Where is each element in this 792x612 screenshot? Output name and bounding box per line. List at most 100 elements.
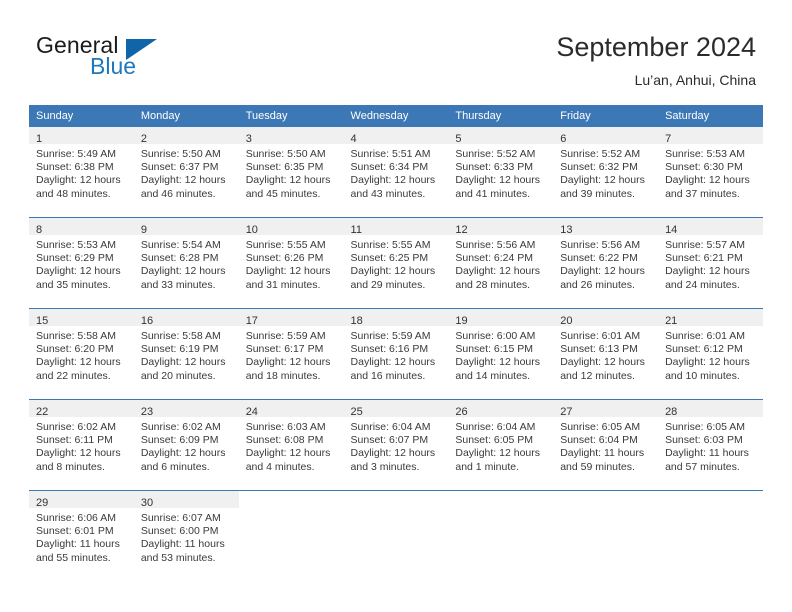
- weekday-header-tuesday: Tuesday: [238, 105, 344, 127]
- calendar-day-cell[interactable]: 14 Sunrise: 5:57 AM Sunset: 6:21 PM Dayligh…: [658, 217, 763, 309]
- day-number: 24: [245, 406, 258, 418]
- sunrise-text: Sunrise: 5:53 AM: [665, 148, 746, 160]
- sunset-text: Sunset: 6:07 PM: [350, 434, 429, 447]
- daylight-text-line2: and 8 minutes.: [36, 460, 105, 473]
- sunset-text: Sunset: 6:38 PM: [36, 161, 114, 174]
- sunrise-text: Sunrise: 6:02 AM: [140, 421, 221, 433]
- daylight-text-line1: Daylight: 12 hours: [455, 447, 541, 460]
- daylight-text-line2: and 22 minutes.: [36, 369, 111, 382]
- calendar-day-cell-empty: [448, 490, 554, 581]
- calendar-day-cell[interactable]: 7 Sunrise: 5:53 AM Sunset: 6:30 PM Daylight…: [658, 127, 763, 218]
- calendar-day-cell[interactable]: 4 Sunrise: 5:51 AM Sunset: 6:34 PM Daylight…: [343, 127, 449, 218]
- day-number: 8: [36, 224, 43, 236]
- sunrise-text: Sunrise: 5:51 AM: [350, 148, 431, 160]
- calendar-day-cell[interactable]: 5 Sunrise: 5:52 AM Sunset: 6:33 PM Daylight…: [448, 127, 554, 218]
- sunrise-text: Sunrise: 6:02 AM: [36, 421, 116, 433]
- calendar-day-cell[interactable]: 16 Sunrise: 5:58 AM Sunset: 6:19 PM Dayligh…: [133, 308, 239, 400]
- calendar-day-cell[interactable]: 27 Sunrise: 6:05 AM Sunset: 6:04 PM Dayligh…: [553, 399, 659, 491]
- calendar-day-cell[interactable]: 13 Sunrise: 5:56 AM Sunset: 6:22 PM Dayligh…: [553, 217, 659, 309]
- calendar-day-cell[interactable]: 22 Sunrise: 6:02 AM Sunset: 6:11 PM Dayligh…: [29, 399, 134, 491]
- calendar-day-cell[interactable]: 15 Sunrise: 5:58 AM Sunset: 6:20 PM Dayligh…: [29, 308, 134, 400]
- sunrise-text: Sunrise: 5:53 AM: [36, 239, 116, 251]
- sunrise-text: Sunrise: 6:06 AM: [36, 512, 116, 524]
- calendar-day-cell[interactable]: 25 Sunrise: 6:04 AM Sunset: 6:07 PM Dayligh…: [343, 399, 449, 491]
- sunrise-text: Sunrise: 6:07 AM: [140, 512, 221, 524]
- daylight-text-line2: and 12 minutes.: [560, 369, 635, 382]
- daylight-text-line2: and 3 minutes.: [350, 460, 420, 473]
- calendar-day-cell-empty: [553, 490, 659, 581]
- daylight-text-line2: and 53 minutes.: [140, 551, 216, 564]
- calendar-week-row: 29 Sunrise: 6:06 AM Sunset: 6:01 PM Dayligh…: [29, 490, 763, 581]
- sunset-text: Sunset: 6:32 PM: [560, 161, 638, 174]
- brand-logo[interactable]: General Blue: [36, 34, 236, 82]
- daylight-text-line1: Daylight: 11 hours: [36, 538, 120, 551]
- day-number: 19: [455, 315, 468, 327]
- daylight-text-line2: and 41 minutes.: [455, 187, 531, 200]
- calendar-day-cell[interactable]: 17 Sunrise: 5:59 AM Sunset: 6:17 PM Dayligh…: [238, 308, 344, 400]
- sunset-text: Sunset: 6:35 PM: [245, 161, 324, 174]
- calendar-day-cell[interactable]: 19 Sunrise: 6:00 AM Sunset: 6:15 PM Dayligh…: [448, 308, 554, 400]
- calendar-day-cell[interactable]: 2 Sunrise: 5:50 AM Sunset: 6:37 PM Daylight…: [133, 127, 239, 218]
- daylight-text-line2: and 37 minutes.: [665, 187, 740, 200]
- sunrise-text: Sunrise: 5:55 AM: [350, 239, 431, 251]
- daylight-text-line2: and 39 minutes.: [560, 187, 635, 200]
- sunset-text: Sunset: 6:26 PM: [245, 252, 324, 265]
- sunset-text: Sunset: 6:22 PM: [560, 252, 638, 265]
- weekday-header-monday: Monday: [133, 105, 239, 127]
- daylight-text-line1: Daylight: 12 hours: [36, 174, 121, 187]
- calendar-day-cell[interactable]: 28 Sunrise: 6:05 AM Sunset: 6:03 PM Dayligh…: [658, 399, 763, 491]
- calendar-day-cell[interactable]: 24 Sunrise: 6:03 AM Sunset: 6:08 PM Dayligh…: [238, 399, 344, 491]
- sunset-text: Sunset: 6:20 PM: [36, 343, 114, 356]
- sunset-text: Sunset: 6:24 PM: [455, 252, 534, 265]
- calendar-table: Sunday Monday Tuesday Wednesday Thursday…: [29, 105, 763, 581]
- sunrise-text: Sunrise: 5:55 AM: [245, 239, 326, 251]
- calendar-day-cell[interactable]: 30 Sunrise: 6:07 AM Sunset: 6:00 PM Dayligh…: [133, 490, 239, 581]
- calendar-page: General Blue September 2024 Lu’an, Anhui…: [0, 0, 792, 612]
- sunrise-text: Sunrise: 5:49 AM: [36, 148, 116, 160]
- day-number: 17: [245, 315, 258, 327]
- calendar-day-cell[interactable]: 8 Sunrise: 5:53 AM Sunset: 6:29 PM Daylight…: [29, 217, 134, 309]
- calendar-day-cell[interactable]: 21 Sunrise: 6:01 AM Sunset: 6:12 PM Dayligh…: [658, 308, 763, 400]
- day-number: 10: [245, 224, 258, 236]
- sunrise-text: Sunrise: 6:04 AM: [350, 421, 431, 433]
- sunrise-text: Sunrise: 6:04 AM: [455, 421, 536, 433]
- calendar-day-cell[interactable]: 23 Sunrise: 6:02 AM Sunset: 6:09 PM Dayligh…: [133, 399, 239, 491]
- calendar-day-cell[interactable]: 6 Sunrise: 5:52 AM Sunset: 6:32 PM Daylight…: [553, 127, 659, 218]
- calendar-week-row: 1 Sunrise: 5:49 AM Sunset: 6:38 PM Daylight…: [29, 127, 763, 218]
- sunrise-text: Sunrise: 5:56 AM: [560, 239, 641, 251]
- day-number: 13: [560, 224, 573, 236]
- sunrise-text: Sunrise: 5:59 AM: [245, 330, 326, 342]
- calendar-day-cell[interactable]: 11 Sunrise: 5:55 AM Sunset: 6:25 PM Dayligh…: [343, 217, 449, 309]
- day-number: 1: [36, 133, 43, 145]
- daylight-text-line2: and 16 minutes.: [350, 369, 426, 382]
- sunset-text: Sunset: 6:13 PM: [560, 343, 638, 356]
- calendar-day-cell[interactable]: 9 Sunrise: 5:54 AM Sunset: 6:28 PM Daylight…: [133, 217, 239, 309]
- page-title: September 2024: [556, 32, 756, 62]
- brand-name-blue: Blue: [90, 53, 137, 79]
- calendar-day-cell[interactable]: 1 Sunrise: 5:49 AM Sunset: 6:38 PM Daylight…: [29, 127, 134, 218]
- calendar-day-cell[interactable]: 3 Sunrise: 5:50 AM Sunset: 6:35 PM Daylight…: [238, 127, 344, 218]
- day-number: 15: [36, 315, 49, 327]
- calendar-week-row: 15 Sunrise: 5:58 AM Sunset: 6:20 PM Dayligh…: [29, 308, 763, 400]
- daylight-text-line2: and 31 minutes.: [245, 278, 321, 291]
- sunset-text: Sunset: 6:04 PM: [560, 434, 638, 447]
- calendar-day-cell[interactable]: 20 Sunrise: 6:01 AM Sunset: 6:13 PM Dayligh…: [553, 308, 659, 400]
- daylight-text-line1: Daylight: 12 hours: [560, 265, 645, 278]
- calendar-day-cell[interactable]: 26 Sunrise: 6:04 AM Sunset: 6:05 PM Dayligh…: [448, 399, 554, 491]
- day-number: 11: [350, 224, 362, 236]
- calendar-day-cell[interactable]: 12 Sunrise: 5:56 AM Sunset: 6:24 PM Dayligh…: [448, 217, 554, 309]
- calendar-day-cell[interactable]: 18 Sunrise: 5:59 AM Sunset: 6:16 PM Dayligh…: [343, 308, 449, 400]
- daylight-text-line1: Daylight: 12 hours: [350, 265, 436, 278]
- day-number: 26: [455, 406, 468, 418]
- day-number: 2: [140, 133, 147, 145]
- sunset-text: Sunset: 6:37 PM: [140, 161, 219, 174]
- daylight-text-line1: Daylight: 12 hours: [665, 174, 750, 187]
- calendar-day-cell[interactable]: 10 Sunrise: 5:55 AM Sunset: 6:26 PM Dayligh…: [238, 217, 344, 309]
- sunset-text: Sunset: 6:33 PM: [455, 161, 534, 174]
- calendar-day-cell[interactable]: 29 Sunrise: 6:06 AM Sunset: 6:01 PM Dayligh…: [29, 490, 134, 581]
- sunset-text: Sunset: 6:12 PM: [665, 343, 743, 356]
- daylight-text-line2: and 18 minutes.: [245, 369, 321, 382]
- calendar-header-row: Sunday Monday Tuesday Wednesday Thursday…: [29, 105, 763, 127]
- daylight-text-line2: and 14 minutes.: [455, 369, 531, 382]
- sunrise-text: Sunrise: 5:50 AM: [140, 148, 221, 160]
